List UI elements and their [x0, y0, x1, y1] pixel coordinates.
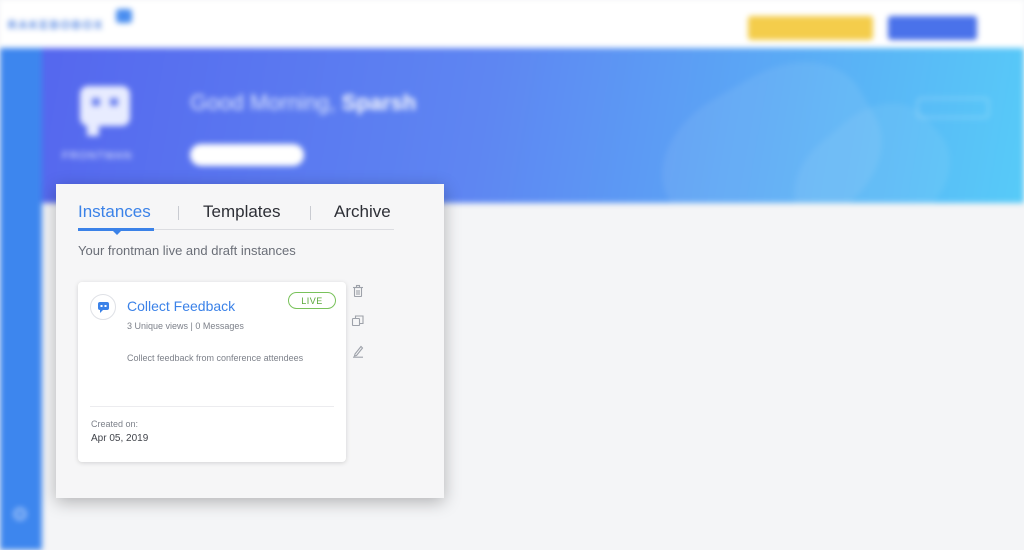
instance-description: Collect feedback from conference attende…: [127, 353, 304, 363]
tab-templates[interactable]: Templates: [203, 202, 280, 222]
created-date: Apr 05, 2019: [91, 433, 149, 444]
top-bar: RAKEBOBOX: [0, 0, 1024, 48]
created-label: Created on:: [91, 419, 139, 429]
tab-bar: Instances Templates Archive: [78, 202, 394, 235]
create-frontman-button: [190, 144, 304, 166]
product-label: FRONTMAN: [62, 150, 133, 162]
app-logo: RAKEBOBOX: [8, 18, 105, 32]
instances-panel: Instances Templates Archive Your frontma…: [56, 184, 444, 498]
active-tab-caret: [112, 230, 122, 235]
hero-banner: FRONTMAN Good Morning, Sparsh: [42, 48, 1024, 203]
card-divider: [90, 406, 334, 407]
settings-icon: [14, 508, 26, 520]
account-button: [888, 16, 977, 40]
copy-icon[interactable]: [351, 314, 365, 328]
hero-right-button: [917, 98, 989, 118]
instance-card[interactable]: Collect Feedback LIVE 3 Unique views | 0…: [78, 282, 346, 462]
chat-bot-icon: [90, 294, 116, 320]
logo-bubble-icon: [116, 9, 132, 23]
tab-separator: [310, 206, 311, 220]
instance-title[interactable]: Collect Feedback: [127, 298, 235, 314]
tab-separator: [178, 206, 179, 220]
upgrade-button: [748, 16, 873, 40]
sidebar: [0, 48, 42, 550]
instance-stats: 3 Unique views | 0 Messages: [127, 321, 244, 331]
tab-archive[interactable]: Archive: [334, 202, 391, 222]
trash-icon[interactable]: [351, 284, 365, 298]
pencil-icon[interactable]: [351, 344, 365, 358]
greeting: Good Morning, Sparsh: [190, 90, 417, 115]
tab-instances[interactable]: Instances: [78, 202, 151, 222]
frontman-bot-icon: [80, 86, 130, 126]
status-badge: LIVE: [288, 292, 336, 309]
panel-subtitle: Your frontman live and draft instances: [78, 243, 296, 258]
